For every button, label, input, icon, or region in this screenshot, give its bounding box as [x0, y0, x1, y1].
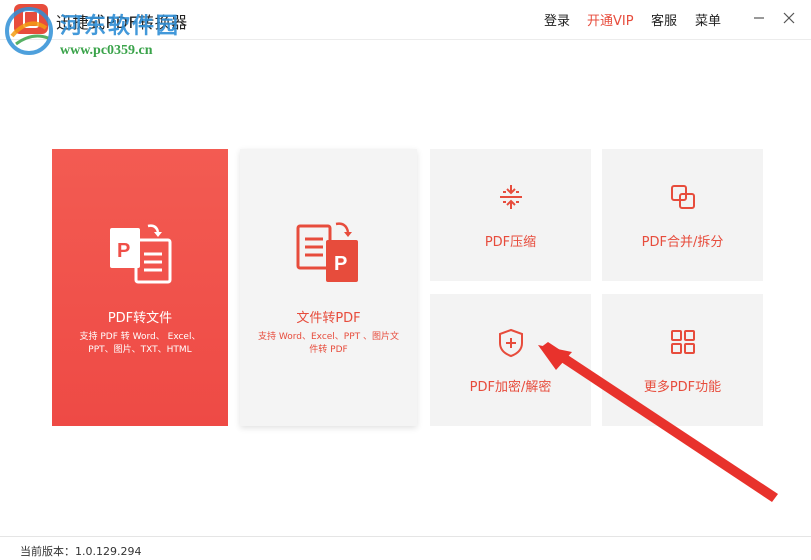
- menu-button[interactable]: 菜单: [695, 10, 721, 29]
- pdf-merge-split-tile[interactable]: PDF合并/拆分: [602, 149, 763, 281]
- compress-icon: [500, 185, 522, 209]
- pdf-to-file-label: PDF转文件: [107, 311, 173, 326]
- pdf-compress-tile[interactable]: PDF压缩: [430, 149, 591, 281]
- version-text: 当前版本：1.0.129.294: [20, 545, 142, 558]
- grid-icon: [671, 330, 695, 354]
- pdf-encrypt-tile[interactable]: PDF加密/解密: [430, 294, 591, 426]
- file-to-pdf-desc-line1: 支持 Word、Excel、PPT 、图片文: [257, 332, 400, 342]
- app-logo-icon: [23, 10, 39, 28]
- file-to-pdf-label: 文件转PDF: [296, 311, 361, 326]
- pdf-to-doc-icon: P: [110, 224, 172, 284]
- file-to-pdf-tile[interactable]: P 文件转PDF 支持 Word、Excel、PPT 、图片文 件转 PDF: [240, 149, 417, 426]
- pdf-to-file-desc-line1: 支持 PDF 转 Word、 Excel、: [79, 332, 201, 342]
- svg-text:P: P: [117, 240, 130, 262]
- login-button[interactable]: 登录: [544, 10, 570, 29]
- pdf-encrypt-label: PDF加密/解密: [469, 380, 552, 395]
- svg-text:P: P: [334, 253, 347, 275]
- doc-to-pdf-icon: P: [296, 222, 358, 282]
- shield-plus-icon: [499, 328, 523, 358]
- more-pdf-functions-label: 更多PDF功能: [643, 380, 722, 395]
- app-logo: [14, 4, 48, 34]
- close-button[interactable]: [778, 7, 800, 29]
- pdf-to-file-desc-line2: PPT、图片、TXT、HTML: [88, 345, 192, 355]
- status-bar: 当前版本：1.0.129.294: [0, 536, 811, 560]
- pdf-compress-label: PDF压缩: [484, 235, 537, 250]
- file-to-pdf-desc-line2: 件转 PDF: [309, 345, 348, 355]
- close-icon: [783, 12, 795, 24]
- pdf-merge-split-label: PDF合并/拆分: [641, 235, 724, 250]
- minimize-button[interactable]: [748, 7, 770, 29]
- customer-service-button[interactable]: 客服: [651, 10, 677, 29]
- more-pdf-functions-tile[interactable]: 更多PDF功能: [602, 294, 763, 426]
- watermark-url: www.pc0359.cn: [60, 43, 153, 58]
- vip-button[interactable]: 开通VIP: [587, 10, 634, 29]
- minimize-icon: [754, 17, 764, 19]
- pdf-to-file-tile[interactable]: P PDF转文件 支持 PDF 转 Word、 Excel、 PPT、图片、TX…: [52, 149, 228, 426]
- merge-split-icon: [671, 185, 695, 209]
- title-bar: 迅捷式PDF转换器 登录 开通VIP 客服 菜单: [0, 0, 811, 40]
- app-title: 迅捷式PDF转换器: [56, 13, 188, 32]
